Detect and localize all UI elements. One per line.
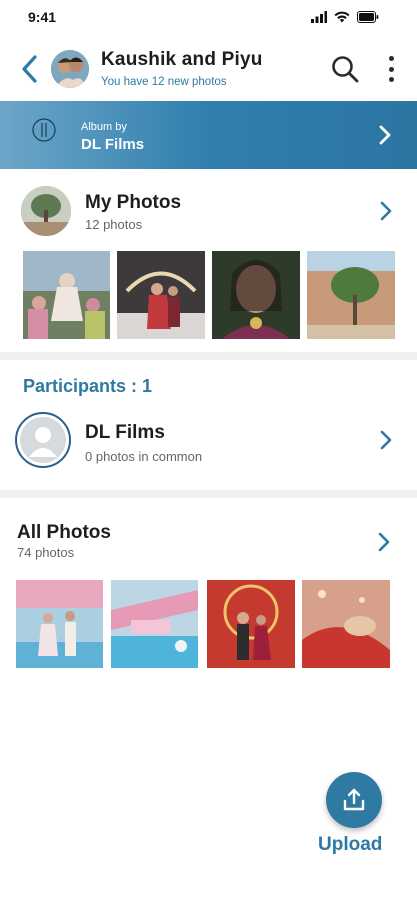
status-time: 9:41: [28, 9, 57, 25]
participant-common-count: 0 photos in common: [85, 449, 203, 464]
dl-films-logo: [22, 115, 66, 155]
my-photos-title: My Photos: [85, 192, 182, 213]
album-title: Kaushik and Piyu: [101, 49, 263, 70]
status-bar: 9:41: [0, 0, 417, 36]
wifi-icon: [334, 11, 350, 23]
couple-entry-photo[interactable]: [207, 580, 295, 668]
status-icons: [311, 11, 379, 23]
chevron-right-icon: [380, 430, 392, 450]
album-banner-chevron: [374, 123, 396, 147]
section-divider: [0, 352, 417, 360]
my-photos-thumbnails: [0, 251, 417, 339]
my-photos-count: 12 photos: [85, 217, 143, 232]
section-divider: [0, 490, 417, 498]
my-photos-row[interactable]: My Photos 12 photos: [0, 178, 417, 242]
bride-closeup-photo[interactable]: [302, 580, 390, 668]
all-photos-chevron[interactable]: [373, 530, 395, 554]
more-vertical-icon: [388, 56, 394, 61]
upload-label[interactable]: Upload: [318, 834, 382, 856]
all-photos-thumbnails: [0, 580, 417, 668]
wedding-group-photo[interactable]: [23, 251, 110, 339]
participant-avatar: [15, 412, 71, 468]
my-photos-chevron: [375, 199, 397, 223]
my-photos-avatar: [21, 186, 71, 236]
participants-header: Participants : 1: [23, 376, 153, 396]
upload-icon: [343, 788, 365, 811]
pool-decor-photo[interactable]: [111, 580, 198, 668]
new-photos-subtitle: You have 12 new photos: [101, 76, 227, 88]
default-user-icon: [20, 417, 66, 463]
battery-icon: [357, 11, 379, 23]
couple-stage-photo[interactable]: [117, 251, 205, 339]
back-button[interactable]: [16, 52, 42, 86]
album-cover-avatar[interactable]: [51, 50, 89, 88]
back-chevron-icon: [22, 55, 37, 83]
tree-building-photo[interactable]: [307, 251, 395, 339]
participant-chevron: [375, 428, 397, 452]
album-owner-name: DL Films: [81, 136, 145, 153]
chevron-right-icon: [378, 532, 390, 552]
album-header: Kaushik and Piyu You have 12 new photos: [0, 36, 417, 100]
participant-name: DL Films: [85, 422, 165, 443]
all-photos-title: All Photos: [17, 522, 111, 543]
album-owner-banner[interactable]: Album by DL Films: [0, 101, 417, 169]
search-icon: [332, 56, 359, 83]
bride-portrait-photo[interactable]: [212, 251, 300, 339]
search-button[interactable]: [330, 54, 360, 84]
all-photos-count: 74 photos: [17, 545, 75, 560]
signal-icon: [311, 11, 327, 23]
chevron-right-icon: [380, 201, 392, 221]
poolside-couple-photo[interactable]: [16, 580, 103, 668]
upload-button[interactable]: [326, 772, 382, 828]
participant-row[interactable]: DL Films 0 photos in common: [0, 408, 417, 472]
chevron-right-icon: [379, 125, 391, 145]
couple-avatar-image: [51, 50, 89, 88]
album-by-label: Album by: [81, 121, 127, 133]
more-options-button[interactable]: [384, 54, 398, 84]
